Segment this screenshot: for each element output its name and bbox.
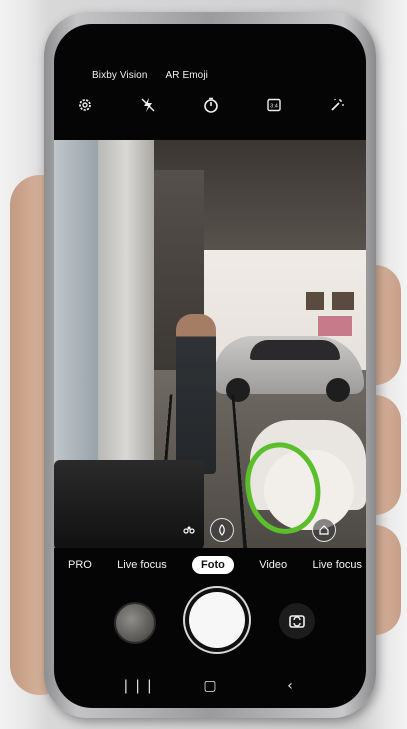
camera-viewfinder[interactable] [54, 140, 366, 548]
camera-mode-selector: PRO Live focus Foto Video Live focus [54, 548, 366, 582]
aspect-ratio-label: 3:4 [270, 104, 278, 110]
home-icon[interactable]: ▢ [200, 678, 220, 694]
top-mode-row: Bixby Vision AR Emoji [92, 70, 208, 81]
back-icon[interactable]: ‹ [280, 678, 300, 694]
mode-live-focus[interactable]: Live focus [117, 559, 167, 571]
wall-picture [316, 314, 354, 338]
camera-settings-bar: 3:4 [76, 96, 346, 114]
ar-emoji-button[interactable]: AR Emoji [166, 70, 208, 81]
recent-apps-icon[interactable]: ❘❘❘ [120, 678, 155, 694]
mode-pro[interactable]: PRO [68, 559, 92, 571]
bixby-vision-button[interactable]: Bixby Vision [92, 70, 148, 81]
switch-camera-button[interactable] [279, 603, 315, 639]
mode-photo[interactable]: Foto [192, 556, 234, 574]
shutter-button[interactable] [189, 592, 245, 648]
wall-picture [330, 290, 356, 312]
home-mode-icon[interactable] [312, 518, 336, 542]
car-wheel [326, 378, 350, 402]
gallery-thumbnail[interactable] [114, 602, 156, 644]
camera-screen: Bixby Vision AR Emoji 3:4 PRO Live focus… [54, 24, 366, 708]
settings-icon[interactable] [76, 96, 94, 114]
wall-picture [304, 290, 326, 312]
live-focus-effect-icon[interactable] [210, 518, 234, 542]
timer-icon[interactable] [202, 96, 220, 114]
flash-off-icon[interactable] [139, 96, 157, 114]
mode-live-focus-video[interactable]: Live focus [312, 559, 362, 571]
scene-optimizer-icon[interactable] [178, 520, 200, 542]
navigation-bar: ❘❘❘ ▢ ‹ [54, 678, 366, 694]
viewfinder-pillar [98, 140, 154, 500]
viewfinder-car-window [250, 340, 340, 360]
mode-video[interactable]: Video [259, 559, 287, 571]
switch-camera-icon [289, 615, 305, 628]
filter-icon[interactable] [328, 96, 346, 114]
aspect-ratio-icon[interactable]: 3:4 [265, 96, 283, 114]
viewfinder-window [54, 140, 98, 500]
